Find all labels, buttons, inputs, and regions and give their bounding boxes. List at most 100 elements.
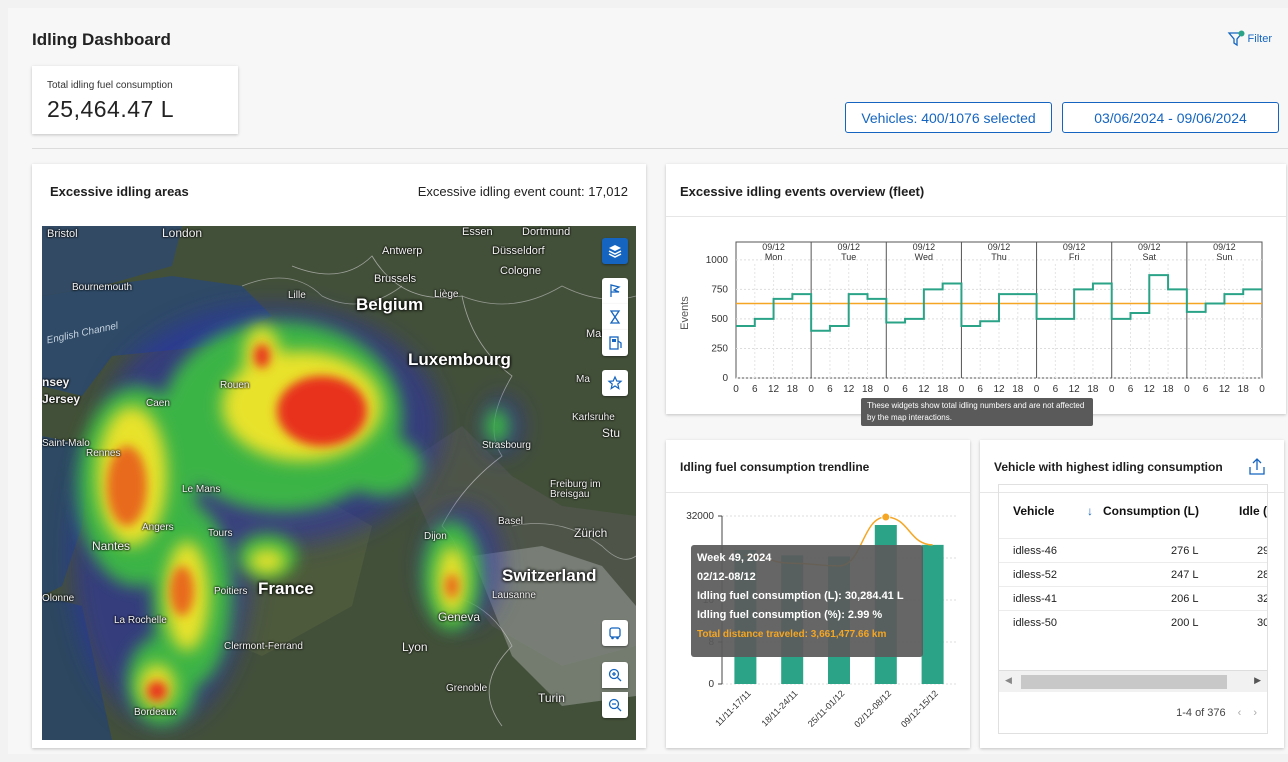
table-row[interactable]: idless-46 276 L 29	[999, 538, 1267, 562]
overview-chart[interactable]: 02505007501000Events09/12Mon0 6 12 1809/12T…	[666, 218, 1286, 418]
city-label: Le Mans	[182, 484, 221, 495]
city-label: La Rochelle	[114, 615, 167, 626]
scroll-right-icon[interactable]: ▶	[1254, 675, 1261, 686]
city-label: Bordeaux	[134, 707, 177, 718]
day-date-label: 09/12	[1213, 242, 1236, 252]
city-label: Strasbourg	[482, 440, 531, 451]
star-button[interactable]	[602, 370, 628, 396]
cell-idle: 28	[1257, 569, 1267, 581]
x-tick-label: 18/11-24/11	[760, 688, 800, 728]
cell-consumption: 200 L	[1171, 617, 1199, 629]
day-date-label: 09/12	[837, 242, 860, 252]
x-tick-label: 18	[787, 384, 799, 395]
layers-icon	[608, 245, 622, 258]
day-date-label: 09/12	[913, 242, 936, 252]
country-label: Belgium	[356, 295, 424, 314]
zoom-in-button[interactable]	[602, 662, 628, 688]
cell-consumption: 206 L	[1171, 593, 1199, 605]
city-label: Bournemouth	[72, 282, 133, 293]
day-name-label: Sat	[1143, 252, 1157, 262]
hourglass-button[interactable]	[602, 304, 628, 330]
day-name-label: Tue	[841, 252, 856, 262]
x-tick-label: 0	[884, 384, 890, 395]
fuel-button[interactable]	[602, 330, 628, 356]
arrow-down-icon[interactable]: ↓	[1087, 504, 1093, 518]
day-name-label: Mon	[765, 252, 783, 262]
star-icon	[607, 375, 623, 390]
map-base	[42, 226, 636, 740]
x-tick-label: 12	[843, 384, 855, 395]
city-label: Liège	[434, 289, 459, 300]
y-tick-label: 0	[708, 679, 714, 690]
tooltip-consumption-l: Idling fuel consumption (L): 30,284.41 L	[697, 590, 904, 602]
tooltip-range: 02/12-08/12	[697, 571, 756, 583]
trend-point-highlight	[881, 512, 891, 522]
trend-header-divider	[666, 492, 970, 493]
x-tick-label: 18	[937, 384, 949, 395]
prev-page-icon[interactable]: ‹	[1238, 707, 1242, 719]
col-consumption[interactable]: Consumption (L)	[1103, 504, 1199, 518]
tooltip-consumption-pct: Idling fuel consumption (%): 2.99 %	[697, 609, 883, 621]
city-label: Saint-Malo	[42, 438, 90, 449]
zoom-in-icon	[608, 668, 622, 682]
day-name-label: Wed	[915, 252, 933, 262]
vehicle-table: Vehicle ↓ Consumption (L) Idle ( idless-…	[998, 484, 1268, 734]
x-tick-label: 18	[862, 384, 874, 395]
day-date-label: 09/12	[1138, 242, 1161, 252]
next-page-icon[interactable]: ›	[1253, 707, 1257, 719]
export-icon	[1249, 458, 1265, 475]
heatmap[interactable]: Bristol London Antwerp Essen Dortmund Dü…	[42, 226, 636, 740]
country-label: Luxembourg	[408, 350, 511, 369]
bar	[921, 544, 944, 684]
city-label: Brussels	[374, 273, 417, 285]
cell-consumption: 276 L	[1171, 545, 1199, 557]
x-tick-label: 11/11-17/11	[713, 688, 753, 728]
city-label: Ma	[576, 374, 590, 385]
x-tick-label: 6	[1053, 384, 1059, 395]
city-label: Dortmund	[522, 226, 571, 238]
x-tick-label: 6	[977, 384, 983, 395]
kpi-value: 25,464.47 L	[47, 96, 175, 122]
vehicles-selector[interactable]: Vehicles: 400/1076 selected	[845, 102, 1052, 133]
day-name-label: Sun	[1216, 252, 1232, 262]
y-tick-label: 500	[711, 314, 728, 325]
cell-vehicle: idless-52	[1013, 569, 1058, 581]
col-idle[interactable]: Idle (	[1239, 504, 1267, 518]
city-label: Karlsruhe	[572, 412, 615, 423]
map-card: Excessive idling areas Excessive idling …	[32, 164, 646, 748]
layers-button[interactable]	[602, 238, 628, 264]
table-row[interactable]: idless-41 206 L 32	[999, 586, 1267, 610]
x-tick-label: 12	[918, 384, 930, 395]
dashboard-page: Idling Dashboard Filter Total idling fue…	[8, 8, 1288, 754]
city-label: Bristol	[47, 228, 78, 240]
x-tick-label: 6	[1203, 384, 1209, 395]
city-label: Poitiers	[214, 586, 248, 597]
city-label: nsey	[42, 375, 70, 389]
cell-vehicle: idless-41	[1013, 593, 1058, 605]
scroll-left-icon[interactable]: ◀	[1005, 675, 1012, 686]
cell-consumption: 247 L	[1171, 569, 1199, 581]
flag-button[interactable]	[602, 278, 628, 304]
trend-title: Idling fuel consumption trendline	[680, 460, 870, 474]
vehicle-card: Vehicle with highest idling consumption …	[980, 440, 1284, 748]
kpi-label: Total idling fuel consumption	[47, 80, 173, 91]
date-range-selector[interactable]: 03/06/2024 - 09/06/2024	[1062, 102, 1279, 133]
day-date-label: 09/12	[762, 242, 785, 252]
horizontal-scrollbar[interactable]: ◀ ▶	[999, 670, 1267, 692]
fuel-icon	[609, 336, 622, 350]
filter-button[interactable]: Filter	[1227, 30, 1272, 48]
table-row[interactable]: idless-50 200 L 30	[999, 610, 1267, 634]
cell-vehicle: idless-46	[1013, 545, 1058, 557]
x-tick-label: 18	[1012, 384, 1024, 395]
table-row[interactable]: idless-52 247 L 28	[999, 562, 1267, 586]
zoom-out-button[interactable]	[602, 692, 628, 718]
filter-icon	[1227, 30, 1245, 47]
export-button[interactable]	[1248, 456, 1266, 481]
col-vehicle[interactable]: Vehicle	[1013, 504, 1054, 518]
city-label: Düsseldorf	[492, 245, 545, 257]
city-label: Freiburg im Breisgau	[550, 479, 601, 500]
vehicle-button[interactable]	[602, 620, 628, 646]
scroll-thumb[interactable]	[1021, 675, 1227, 689]
map-event-count: Excessive idling event count: 17,012	[417, 184, 628, 199]
pagination-label: 1-4 of 376	[1176, 707, 1226, 719]
